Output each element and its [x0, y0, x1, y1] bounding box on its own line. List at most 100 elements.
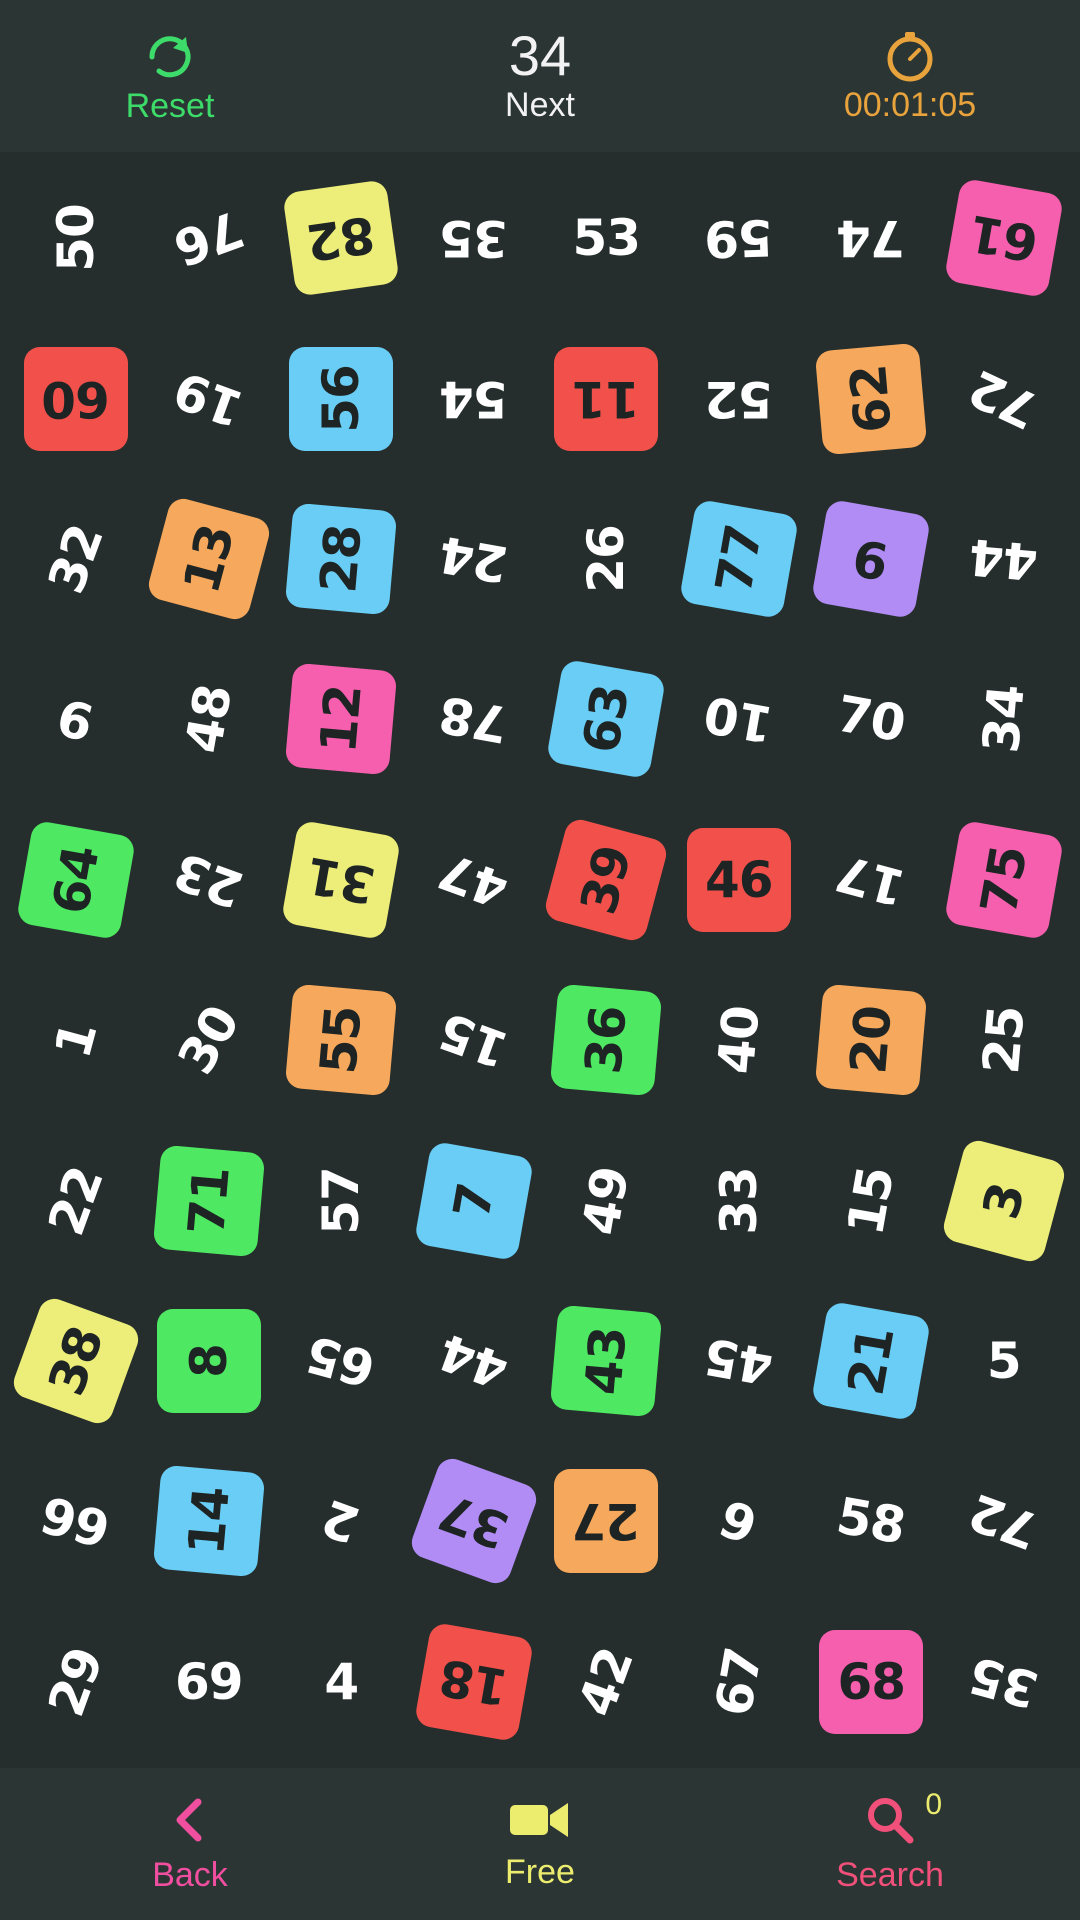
grid-cell[interactable]: 34	[938, 639, 1071, 799]
grid-cell[interactable]: 58	[805, 1441, 938, 1601]
number-tile[interactable]: 44	[432, 1322, 515, 1400]
number-tile[interactable]: 5	[987, 1332, 1022, 1390]
grid-cell[interactable]: 6	[673, 1441, 806, 1601]
grid-cell[interactable]: 44	[938, 479, 1071, 639]
number-tile[interactable]: 42	[567, 1640, 645, 1723]
reset-button[interactable]: Reset	[40, 27, 300, 126]
number-tile[interactable]: 61	[943, 177, 1064, 299]
number-tile[interactable]: 43	[549, 1304, 663, 1418]
grid-cell[interactable]: 64	[10, 800, 143, 960]
number-tile[interactable]: 62	[814, 342, 928, 455]
grid-cell[interactable]: 29	[10, 1602, 143, 1762]
number-tile[interactable]: 54	[440, 370, 508, 428]
number-tile[interactable]: 52	[705, 370, 773, 428]
number-tile[interactable]: 47	[432, 841, 515, 919]
grid-cell[interactable]: 47	[408, 800, 541, 960]
grid-cell[interactable]: 69	[143, 1602, 276, 1762]
number-tile[interactable]: 20	[814, 983, 928, 1097]
grid-cell[interactable]: 15	[408, 960, 541, 1120]
number-tile[interactable]: 58	[833, 1487, 910, 1556]
grid-cell[interactable]: 52	[673, 318, 806, 478]
number-tile[interactable]: 13	[145, 495, 273, 623]
grid-cell[interactable]: 17	[805, 800, 938, 960]
grid-cell[interactable]: 12	[275, 639, 408, 799]
grid-cell[interactable]: 72	[938, 318, 1071, 478]
number-tile[interactable]: 48	[174, 681, 243, 758]
grid-cell[interactable]: 59	[673, 158, 806, 318]
grid-cell[interactable]: 63	[540, 639, 673, 799]
grid-cell[interactable]: 54	[408, 318, 541, 478]
grid-cell[interactable]: 15	[805, 1120, 938, 1280]
number-tile[interactable]: 35	[440, 209, 508, 267]
number-tile[interactable]: 35	[964, 1645, 1044, 1719]
grid-cell[interactable]: 20	[805, 960, 938, 1120]
grid-cell[interactable]: 21	[805, 1281, 938, 1441]
grid-cell[interactable]: 44	[408, 1281, 541, 1441]
number-tile[interactable]: 32	[37, 517, 115, 600]
number-tile[interactable]: 23	[167, 841, 250, 919]
number-tile[interactable]: 49	[572, 1162, 641, 1239]
grid-cell[interactable]: 2	[275, 1441, 408, 1601]
grid-cell[interactable]: 19	[143, 318, 276, 478]
grid-cell[interactable]: 77	[673, 479, 806, 639]
number-tile[interactable]: 24	[435, 525, 512, 594]
grid-cell[interactable]: 27	[540, 1441, 673, 1601]
number-tile[interactable]: 28	[284, 502, 398, 616]
grid-cell[interactable]: 70	[805, 639, 938, 799]
grid-cell[interactable]: 33	[673, 1120, 806, 1280]
number-tile[interactable]: 50	[47, 204, 105, 272]
grid-cell[interactable]: 55	[275, 960, 408, 1120]
grid-cell[interactable]: 61	[938, 158, 1071, 318]
grid-cell[interactable]: 9	[805, 479, 938, 639]
number-tile[interactable]: 8	[156, 1308, 261, 1413]
number-tile[interactable]: 7	[413, 1140, 534, 1261]
grid-cell[interactable]: 49	[540, 1120, 673, 1280]
number-tile[interactable]: 1	[44, 1016, 109, 1064]
number-tile[interactable]: 71	[152, 1144, 266, 1257]
grid-cell[interactable]: 72	[938, 1441, 1071, 1601]
grid-cell[interactable]: 31	[275, 800, 408, 960]
number-tile[interactable]: 66	[36, 1485, 116, 1559]
grid-cell[interactable]: 22	[10, 1120, 143, 1280]
grid-cell[interactable]: 68	[805, 1602, 938, 1762]
grid-cell[interactable]: 78	[408, 639, 541, 799]
grid-cell[interactable]: 32	[10, 479, 143, 639]
grid-cell[interactable]: 25	[938, 960, 1071, 1120]
number-tile[interactable]: 2	[315, 1488, 367, 1554]
grid-cell[interactable]: 3	[938, 1120, 1071, 1280]
number-tile[interactable]: 65	[301, 1324, 381, 1398]
grid-cell[interactable]: 35	[938, 1602, 1071, 1762]
grid-cell[interactable]: 40	[673, 960, 806, 1120]
number-tile[interactable]: 19	[167, 360, 250, 438]
grid-cell[interactable]: 37	[407, 1441, 541, 1601]
back-button[interactable]: Back	[60, 1794, 320, 1895]
number-tile[interactable]: 9	[52, 687, 100, 752]
number-tile[interactable]: 25	[972, 1004, 1036, 1076]
grid-cell[interactable]: 57	[275, 1120, 408, 1280]
number-tile[interactable]: 67	[704, 1643, 773, 1720]
grid-cell[interactable]: 53	[540, 158, 673, 318]
grid-cell[interactable]: 5	[938, 1281, 1071, 1441]
number-tile[interactable]: 38	[9, 1294, 143, 1428]
grid-cell[interactable]: 75	[938, 800, 1071, 960]
search-button[interactable]: 0 Search	[760, 1788, 1020, 1895]
grid-cell[interactable]: 43	[540, 1281, 673, 1441]
grid-cell[interactable]: 7	[408, 1120, 541, 1280]
number-tile[interactable]: 74	[837, 209, 905, 267]
number-tile[interactable]: 39	[542, 816, 670, 944]
free-button[interactable]: Free	[410, 1797, 670, 1892]
grid-cell[interactable]: 28	[275, 479, 408, 639]
grid-cell[interactable]: 48	[143, 639, 276, 799]
number-tile[interactable]: 9	[811, 498, 932, 620]
grid-cell[interactable]: 9	[10, 639, 143, 799]
number-tile[interactable]: 77	[678, 498, 799, 620]
number-tile[interactable]: 15	[837, 1162, 906, 1239]
grid-cell[interactable]: 24	[408, 479, 541, 639]
grid-cell[interactable]: 14	[143, 1441, 276, 1601]
number-tile[interactable]: 46	[686, 827, 791, 932]
number-tile[interactable]: 78	[435, 685, 512, 754]
grid-cell[interactable]: 38	[9, 1281, 143, 1441]
grid-cell[interactable]: 42	[540, 1602, 673, 1762]
number-tile[interactable]: 26	[577, 525, 635, 593]
number-tile[interactable]: 76	[167, 199, 250, 277]
